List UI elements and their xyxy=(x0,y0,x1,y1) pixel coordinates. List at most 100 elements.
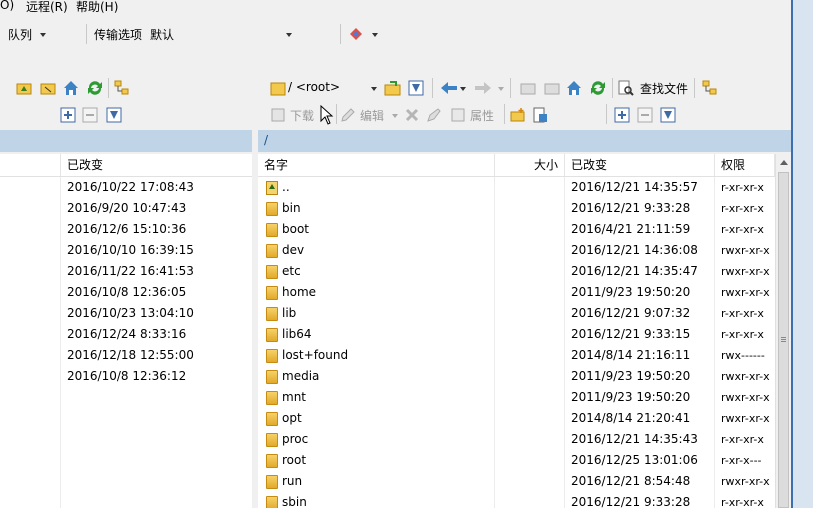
forward-arrow-icon[interactable] xyxy=(474,80,492,96)
menu-remote[interactable]: 远程(R) xyxy=(26,0,68,15)
edit-button[interactable]: 编辑 xyxy=(360,107,384,124)
folder-icon xyxy=(266,328,278,342)
home-icon[interactable] xyxy=(565,79,583,97)
right-file-list[interactable]: .. 2016/12/21 14:35:57 r-xr-xr-x bin 201… xyxy=(258,177,775,508)
list-item[interactable]: 2016/12/24 8:33:16 xyxy=(0,324,252,345)
permissions-cell: r-xr-xr-x xyxy=(721,433,764,446)
sync-dropdown-arrow-icon[interactable] xyxy=(372,33,378,37)
toolbar-separator xyxy=(504,104,505,124)
list-item[interactable]: 2016/9/20 10:47:43 xyxy=(0,198,252,219)
new-folder-icon[interactable] xyxy=(510,107,526,123)
table-row[interactable]: mnt 2011/9/23 19:50:20 rwxr-xr-x xyxy=(258,387,775,408)
list-item[interactable]: 2016/11/22 16:41:53 xyxy=(0,261,252,282)
right-nav-toolbar: / <root> 查找文件 下载 编辑 属性 xyxy=(260,76,790,125)
queue-label[interactable]: 队列 xyxy=(8,26,32,43)
table-row[interactable]: bin 2016/12/21 9:33:28 r-xr-xr-x xyxy=(258,198,775,219)
edit-icon[interactable] xyxy=(340,107,356,123)
table-row[interactable]: sbin 2016/12/21 9:33:28 r-xr-xr-x xyxy=(258,492,775,508)
left-column-header-modified[interactable]: 已改变 xyxy=(61,154,252,176)
table-row[interactable]: proc 2016/12/21 14:35:43 r-xr-xr-x xyxy=(258,429,775,450)
list-item[interactable]: 2016/10/8 12:36:12 xyxy=(0,366,252,387)
column-header-size[interactable]: 大小 xyxy=(495,154,565,176)
download-icon[interactable] xyxy=(270,107,286,123)
find-files-icon[interactable] xyxy=(618,80,634,96)
left-file-list[interactable]: 2016/10/22 17:08:43 2016/9/20 10:47:43 2… xyxy=(0,177,252,508)
mouse-cursor-icon xyxy=(320,105,334,125)
column-header-name[interactable]: 名字 xyxy=(258,154,495,176)
properties-icon[interactable] xyxy=(450,107,466,123)
tree-view-icon[interactable] xyxy=(114,80,130,96)
remote-path-select[interactable]: / <root> xyxy=(288,80,340,94)
current-path[interactable]: / xyxy=(264,133,268,147)
table-row[interactable]: root 2016/12/25 13:01:06 r-xr-x--- xyxy=(258,450,775,471)
table-row[interactable]: lost+found 2014/8/14 21:16:11 rwx------ xyxy=(258,345,775,366)
home-icon[interactable] xyxy=(62,79,80,97)
queue-dropdown-arrow-icon[interactable] xyxy=(40,33,46,37)
remove-icon[interactable] xyxy=(637,107,653,123)
properties-button[interactable]: 属性 xyxy=(470,107,494,124)
menu-options[interactable]: O) xyxy=(0,0,14,12)
column-header-permissions[interactable]: 权限 xyxy=(715,154,775,176)
menu-help[interactable]: 帮助(H) xyxy=(76,0,118,15)
parent-folder-icon[interactable] xyxy=(16,80,32,96)
refresh-icon[interactable] xyxy=(86,79,104,97)
folder-icon xyxy=(266,391,278,405)
right-file-list-header: 名字 大小 已改变 权限 xyxy=(258,154,791,177)
table-row[interactable]: .. 2016/12/21 14:35:57 r-xr-xr-x xyxy=(258,177,775,198)
add-icon[interactable] xyxy=(614,107,630,123)
table-row[interactable]: opt 2014/8/14 21:20:41 rwxr-xr-x xyxy=(258,408,775,429)
root-folder-icon[interactable] xyxy=(40,80,56,96)
filter-icon[interactable] xyxy=(660,107,676,123)
list-item[interactable]: 2016/10/8 12:36:05 xyxy=(0,282,252,303)
root-folder-icon[interactable] xyxy=(544,80,560,96)
find-files-label[interactable]: 查找文件 xyxy=(640,80,688,97)
table-row[interactable]: run 2016/12/21 8:54:48 rwxr-xr-x xyxy=(258,471,775,492)
path-dropdown-arrow-icon[interactable] xyxy=(371,87,377,91)
column-header-modified[interactable]: 已改变 xyxy=(565,154,715,176)
toolbar-separator xyxy=(86,24,87,44)
folder-icon xyxy=(266,433,278,447)
edit-dropdown-arrow-icon[interactable] xyxy=(392,114,398,118)
table-row[interactable]: media 2011/9/23 19:50:20 rwxr-xr-x xyxy=(258,366,775,387)
list-item[interactable]: 2016/10/23 13:04:10 xyxy=(0,303,252,324)
menu-bar: O) 远程(R) 帮助(H) xyxy=(0,0,790,14)
table-row[interactable]: lib64 2016/12/21 9:33:15 r-xr-xr-x xyxy=(258,324,775,345)
refresh-icon[interactable] xyxy=(589,79,607,97)
parent-folder-icon[interactable] xyxy=(520,80,536,96)
list-item[interactable]: 2016/10/10 16:39:15 xyxy=(0,240,252,261)
modified-cell: 2014/8/14 21:20:41 xyxy=(571,411,691,425)
list-item[interactable]: 2016/12/18 12:55:00 xyxy=(0,345,252,366)
transfer-dropdown-arrow-icon[interactable] xyxy=(286,33,292,37)
add-icon[interactable] xyxy=(60,107,76,123)
remove-icon[interactable] xyxy=(82,107,98,123)
parent-directory-icon xyxy=(266,181,278,195)
folder-icon xyxy=(266,307,278,321)
table-row[interactable]: boot 2016/4/21 21:11:59 r-xr-xr-x xyxy=(258,219,775,240)
toolbar-separator xyxy=(336,104,337,124)
table-row[interactable]: etc 2016/12/21 14:35:47 rwxr-xr-x xyxy=(258,261,775,282)
scrollbar-thumb[interactable] xyxy=(778,172,789,508)
back-dropdown-arrow-icon[interactable] xyxy=(460,87,466,91)
filter-icon[interactable] xyxy=(408,80,424,96)
scroll-up-icon[interactable] xyxy=(779,158,789,166)
back-arrow-icon[interactable] xyxy=(440,80,458,96)
table-row[interactable]: home 2011/9/23 19:50:20 rwxr-xr-x xyxy=(258,282,775,303)
sync-browse-icon[interactable] xyxy=(348,26,364,42)
open-folder-icon[interactable] xyxy=(384,79,402,97)
table-row[interactable]: lib 2016/12/21 9:07:32 r-xr-xr-x xyxy=(258,303,775,324)
download-button[interactable]: 下载 xyxy=(290,107,314,124)
list-item[interactable]: 2016/10/22 17:08:43 xyxy=(0,177,252,198)
toolbar-separator xyxy=(432,78,433,98)
modified-cell: 2014/8/14 21:16:11 xyxy=(571,348,691,362)
new-file-icon[interactable] xyxy=(532,107,548,123)
forward-dropdown-arrow-icon[interactable] xyxy=(498,87,504,91)
table-row[interactable]: dev 2016/12/21 14:36:08 rwxr-xr-x xyxy=(258,240,775,261)
vertical-scrollbar[interactable] xyxy=(775,154,791,508)
transfer-options-select[interactable]: 默认 xyxy=(150,26,174,43)
list-item[interactable]: 2016/12/6 15:10:36 xyxy=(0,219,252,240)
delete-icon[interactable] xyxy=(404,107,420,123)
tree-view-icon[interactable] xyxy=(702,80,718,96)
filter-icon[interactable] xyxy=(106,107,122,123)
rename-icon[interactable] xyxy=(426,107,442,123)
left-column-header-blank[interactable] xyxy=(0,154,61,176)
